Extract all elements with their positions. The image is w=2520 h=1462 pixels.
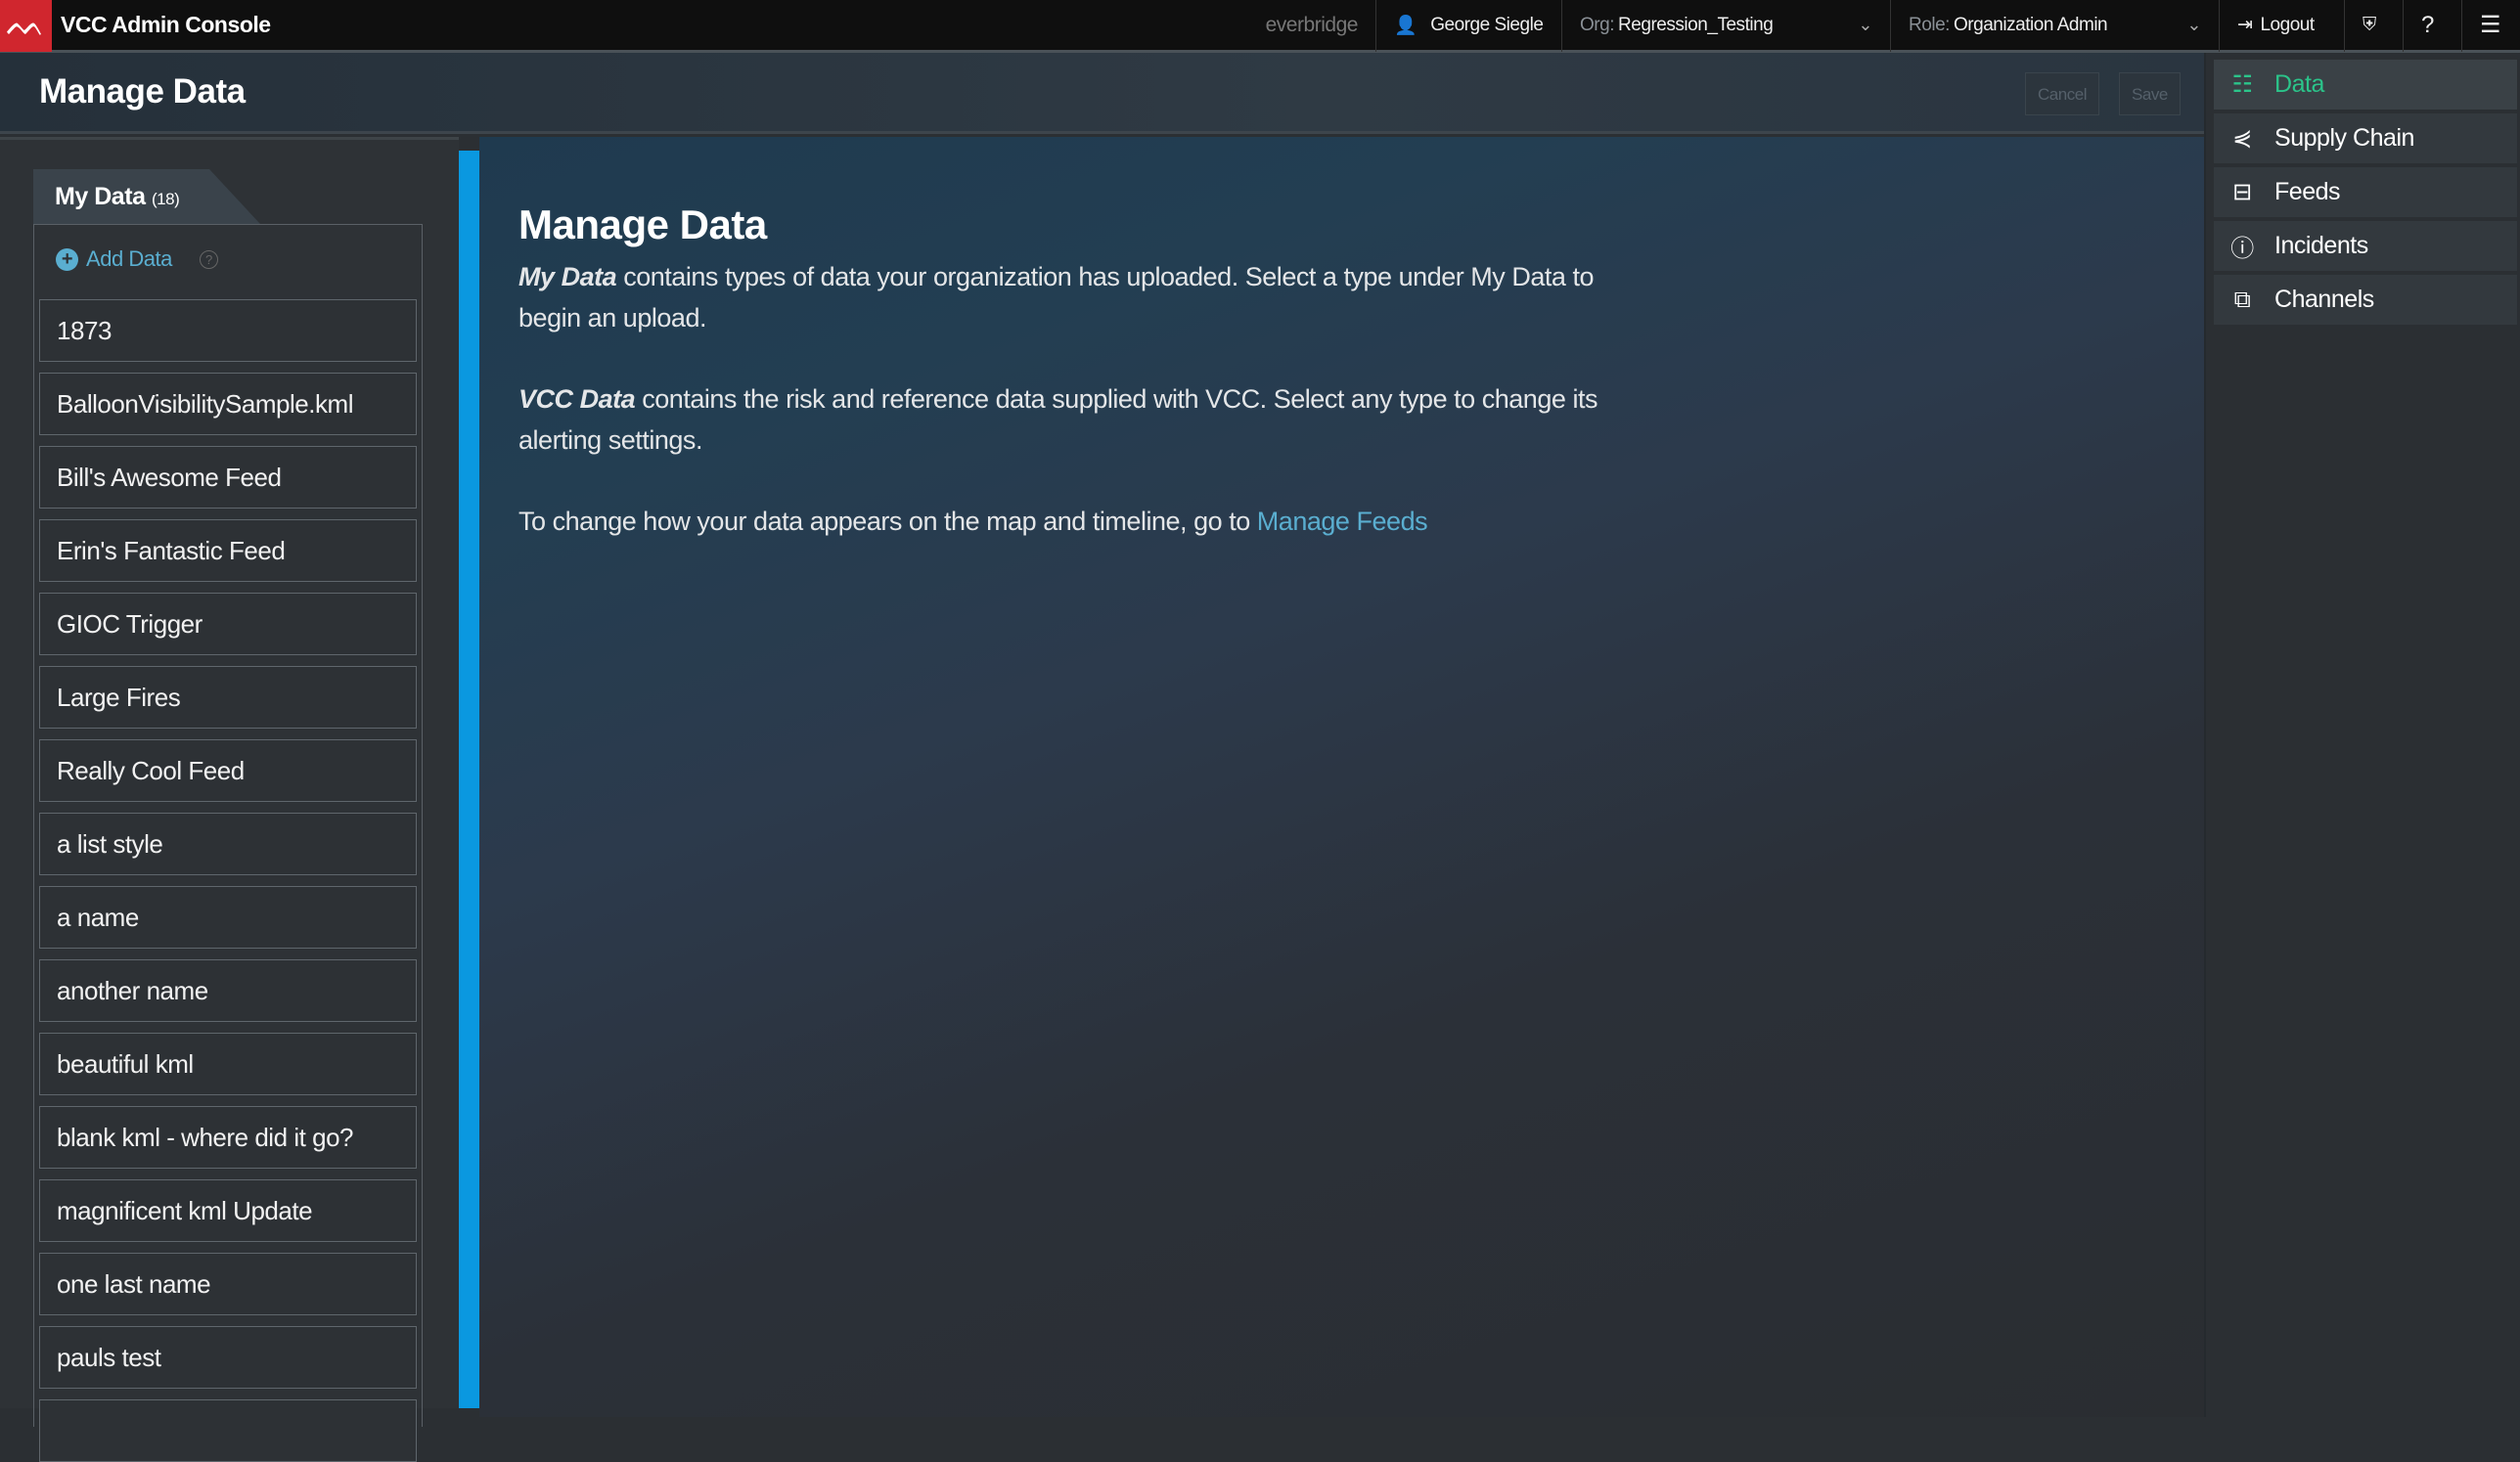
cancel-button[interactable]: Cancel [2025,72,2100,115]
data-list: + Add Data? 1873 BalloonVisibilitySample.k… [33,224,423,1462]
list-item[interactable] [39,1399,417,1462]
list-item[interactable]: Really Cool Feed [39,739,417,802]
nav-label: Supply Chain [2274,124,2414,152]
logout-button[interactable]: ⇥ Logout [2219,0,2344,52]
list-item[interactable]: a name [39,886,417,949]
tab-my-data[interactable]: My Data (18) [33,169,209,224]
chevron-down-icon: ⌄ [2186,15,2201,34]
tab-edge [209,169,260,224]
role-select[interactable]: Role: Organization Admin ⌄ [1890,0,2219,52]
list-item[interactable]: 1873 [39,299,417,362]
list-item[interactable]: blank kml - where did it go? [39,1106,417,1169]
share-icon: ⋞ [2232,125,2252,152]
list-item[interactable]: BalloonVisibilitySample.kml [39,373,417,435]
tab-count: (18) [151,190,180,208]
org-value: Regression_Testing [1618,14,1774,35]
list-item[interactable]: beautiful kml [39,1033,417,1095]
nav-label: Feeds [2274,178,2341,205]
vcc-data-description: VCC Data contains the risk and reference… [518,378,1634,461]
app-title: VCC Admin Console [61,12,271,37]
add-data-button[interactable]: + Add Data? [56,246,218,272]
manage-feeds-link[interactable]: Manage Feeds [1257,507,1428,536]
help-circle-icon[interactable]: ? [199,249,218,269]
nav-label: Channels [2274,286,2374,313]
user-name: George Siegle [1430,14,1544,35]
hamburger-icon: ☰ [2480,12,2501,38]
list-item[interactable]: another name [39,959,417,1022]
page-title: Manage Data [39,72,246,111]
nav-item-incidents[interactable]: ⓘ Incidents [2214,221,2517,271]
my-data-emphasis: My Data [518,262,617,291]
chevron-down-icon: ⌄ [1858,15,1872,34]
nav-label: Incidents [2274,232,2368,259]
brand-logo: everbridge [1265,13,1359,36]
logout-label: Logout [2260,14,2315,35]
vcc-data-emphasis: VCC Data [518,384,636,414]
list-item[interactable]: GIOC Trigger [39,593,417,655]
feeds-description: To change how your data appears on the m… [518,501,1634,542]
list-icon: ☷ [2231,71,2253,98]
list-item[interactable]: Bill's Awesome Feed [39,446,417,509]
top-bar: ᨓ VCC Admin Console everbridge 👤 George S… [0,0,2520,53]
add-data-label: Add Data [86,246,172,271]
alert-icon: ⓘ [2230,236,2254,262]
list-item[interactable]: a list style [39,813,417,875]
content-title: Manage Data [518,201,767,247]
vcc-data-text: contains the risk and reference data sup… [518,384,1598,455]
nav-item-channels[interactable]: ⧉ Channels [2214,275,2517,325]
help-button[interactable]: ? [2403,0,2461,52]
list-item[interactable]: pauls test [39,1326,417,1389]
save-button[interactable]: Save [2119,72,2181,115]
role-value: Organization Admin [1953,14,2108,35]
nav-item-supply-chain[interactable]: ⋞ Supply Chain [2214,113,2517,163]
nav-item-feeds[interactable]: ⊟ Feeds [2214,167,2517,217]
shield-button[interactable]: ⛨ [2344,0,2403,52]
feeds-text: To change how your data appears on the m… [518,507,1257,536]
my-data-description: My Data contains types of data your orga… [518,256,1634,338]
data-list-panel: My Data (18) + Add Data? 1873 BalloonVisib… [0,137,459,1462]
user-menu[interactable]: 👤 George Siegle [1375,0,1561,52]
org-select[interactable]: Org: Regression_Testing ⌄ [1561,0,1890,52]
rss-icon: ⊟ [2232,179,2252,205]
scrollbar[interactable] [459,151,479,1408]
plus-circle-icon: + [56,247,78,271]
right-nav: ☷ Data ⋞ Supply Chain ⊟ Feeds ⓘ Incidents ⧉ Chann… [2204,53,2520,1417]
nav-label: Data [2274,70,2324,98]
nav-item-data[interactable]: ☷ Data [2214,60,2517,110]
user-icon: 👤 [1394,15,1418,36]
role-label: Role: [1909,14,1950,35]
org-label: Org: [1580,14,1615,35]
channels-icon: ⧉ [2233,286,2251,313]
everbridge-logo-icon: ᨓ [0,0,52,52]
menu-button[interactable]: ☰ [2461,0,2520,52]
list-item[interactable]: Large Fires [39,666,417,729]
page-header: Manage Data Cancel Save [0,53,2204,134]
tab-label: My Data [55,183,146,210]
list-item[interactable]: Erin's Fantastic Feed [39,519,417,582]
my-data-text: contains types of data your organization… [518,262,1595,332]
list-item[interactable]: magnificent kml Update [39,1179,417,1242]
logout-icon: ⇥ [2237,15,2253,35]
main-content: Manage Data My Data contains types of da… [479,137,2204,1417]
shield-icon: ⛨ [2362,14,2376,35]
list-item[interactable]: one last name [39,1253,417,1315]
help-icon: ? [2421,11,2434,38]
